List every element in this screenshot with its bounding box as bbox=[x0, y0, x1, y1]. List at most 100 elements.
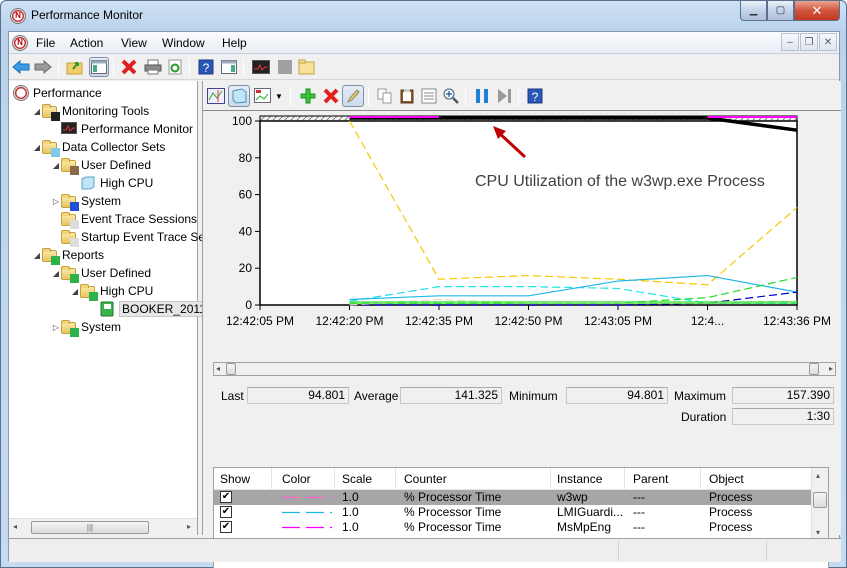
tree-item[interactable]: ◢ Data Collector Sets bbox=[32, 138, 165, 157]
time-range-slider[interactable]: ◂ ▸ bbox=[213, 362, 836, 376]
highlight-button[interactable] bbox=[342, 85, 364, 107]
copy-properties-button[interactable] bbox=[375, 86, 395, 106]
legend-vertical-scrollbar[interactable]: ▴ ▾ bbox=[811, 468, 828, 543]
scroll-right-icon[interactable]: ▸ bbox=[187, 522, 191, 531]
show-checkbox[interactable]: ✔ bbox=[220, 506, 232, 518]
add-counter-button[interactable] bbox=[298, 86, 318, 106]
highlight-icon bbox=[346, 89, 360, 104]
collapsed-arrow-icon[interactable]: ▷ bbox=[51, 323, 61, 332]
tree-item[interactable]: High CPU bbox=[70, 174, 153, 192]
help-button[interactable]: ? bbox=[196, 57, 216, 77]
paste-counter-list-button[interactable] bbox=[397, 86, 417, 106]
up-one-level-button[interactable] bbox=[65, 57, 85, 77]
refresh-button[interactable] bbox=[165, 57, 185, 77]
scroll-up-icon[interactable]: ▴ bbox=[816, 471, 820, 480]
delete-counter-button[interactable] bbox=[321, 86, 341, 106]
scroll-left-icon[interactable]: ◂ bbox=[216, 364, 220, 373]
column-divider[interactable] bbox=[700, 468, 701, 490]
tree-item[interactable]: ◢ Reports bbox=[32, 246, 104, 265]
menu-action[interactable]: Action bbox=[70, 36, 103, 50]
performance-graph[interactable]: 0 20 40 60 80 100 12:42:05 PM 12:42:20 PM 12:42:… bbox=[203, 112, 842, 362]
collapsed-arrow-icon[interactable]: ▷ bbox=[51, 197, 61, 206]
view-log-data-button[interactable] bbox=[228, 85, 250, 107]
show-hide-action-pane-button[interactable] bbox=[219, 57, 239, 77]
tree-item[interactable]: Performance bbox=[13, 84, 102, 102]
expanded-arrow-icon[interactable]: ◢ bbox=[51, 161, 61, 170]
scroll-right-icon[interactable]: ▸ bbox=[829, 364, 833, 373]
update-data-button[interactable] bbox=[494, 86, 514, 106]
expanded-arrow-icon[interactable]: ◢ bbox=[70, 287, 80, 296]
back-button[interactable] bbox=[11, 57, 31, 77]
column-divider[interactable] bbox=[550, 468, 551, 490]
title-bar[interactable]: N Performance Monitor ▁ ▢ ✕ bbox=[1, 1, 846, 31]
tree-item[interactable]: ◢ User Defined bbox=[51, 156, 151, 175]
tree-horizontal-scrollbar[interactable]: ◂ ||| ▸ bbox=[9, 518, 197, 535]
show-checkbox[interactable]: ✔ bbox=[220, 491, 232, 503]
expanded-arrow-icon[interactable]: ◢ bbox=[51, 269, 61, 278]
close-button[interactable]: ✕ bbox=[794, 1, 840, 21]
console-system-menu-icon[interactable]: N bbox=[12, 35, 28, 51]
legend-vscroll-thumb[interactable] bbox=[813, 492, 827, 508]
mdi-restore-button[interactable]: ❐ bbox=[800, 33, 818, 51]
column-divider[interactable] bbox=[334, 468, 335, 490]
graph-help-button[interactable]: ? bbox=[525, 86, 545, 106]
performance-monitor-button[interactable] bbox=[251, 57, 271, 77]
print-button[interactable] bbox=[143, 57, 163, 77]
column-object[interactable]: Object bbox=[709, 472, 744, 486]
column-divider[interactable] bbox=[624, 468, 625, 490]
column-show[interactable]: Show bbox=[220, 472, 250, 486]
instance-cell: LMIGuardi... bbox=[557, 505, 624, 519]
expanded-arrow-icon[interactable]: ◢ bbox=[32, 143, 42, 152]
properties-button[interactable] bbox=[419, 86, 439, 106]
show-hide-console-tree-button[interactable] bbox=[89, 57, 109, 77]
menu-window[interactable]: Window bbox=[162, 36, 205, 50]
column-divider[interactable] bbox=[271, 468, 272, 490]
time-range-start-handle[interactable] bbox=[226, 363, 236, 375]
legend-row[interactable]: ✔ 1.0 % Processor Time MsMpEng --- Process bbox=[214, 520, 812, 535]
freeze-display-button[interactable] bbox=[472, 86, 492, 106]
tree-item[interactable]: ▷ System bbox=[51, 318, 121, 337]
tree-item[interactable]: Event Trace Sessions bbox=[51, 210, 197, 229]
minimize-button[interactable]: ▁ bbox=[740, 1, 767, 21]
new-folder-button[interactable] bbox=[297, 57, 317, 77]
tree-item[interactable]: ◢ Monitoring Tools bbox=[32, 102, 149, 121]
add-counter-icon bbox=[300, 88, 316, 104]
tree-item[interactable]: Startup Event Trace Ses bbox=[51, 228, 211, 247]
column-counter[interactable]: Counter bbox=[404, 472, 447, 486]
change-graph-type-button[interactable] bbox=[253, 86, 273, 106]
maximize-button[interactable]: ▢ bbox=[767, 1, 794, 21]
zoom-button[interactable] bbox=[441, 86, 461, 106]
delete-button[interactable] bbox=[119, 57, 139, 77]
menu-help[interactable]: Help bbox=[222, 36, 247, 50]
column-color[interactable]: Color bbox=[282, 472, 311, 486]
performance-monitor-icon bbox=[61, 121, 77, 137]
scroll-left-icon[interactable]: ◂ bbox=[13, 522, 17, 531]
menu-file[interactable]: File bbox=[36, 36, 55, 50]
column-scale[interactable]: Scale bbox=[342, 472, 372, 486]
tree-item[interactable]: ◢ High CPU bbox=[70, 282, 154, 301]
column-divider[interactable] bbox=[395, 468, 396, 490]
expanded-arrow-icon[interactable]: ◢ bbox=[32, 107, 42, 116]
tree-item[interactable]: Performance Monitor bbox=[51, 120, 193, 138]
show-checkbox[interactable]: ✔ bbox=[220, 521, 232, 533]
tree-hscroll-thumb[interactable]: ||| bbox=[31, 521, 149, 534]
forward-button[interactable] bbox=[33, 57, 53, 77]
graph-type-dropdown[interactable]: ▼ bbox=[273, 86, 285, 106]
legend-row[interactable]: ✔ 1.0 % Processor Time w3wp --- Process bbox=[214, 490, 812, 505]
mdi-close-button[interactable]: ✕ bbox=[819, 33, 837, 51]
tree-item-label: High CPU bbox=[100, 284, 154, 298]
x-tick-label: 12:43:36 PM bbox=[763, 314, 831, 328]
duration-label: Duration bbox=[681, 410, 727, 424]
expanded-arrow-icon[interactable]: ◢ bbox=[32, 251, 42, 260]
stop-button[interactable] bbox=[275, 57, 295, 77]
scroll-down-icon[interactable]: ▾ bbox=[816, 528, 820, 537]
time-range-end-handle[interactable] bbox=[809, 363, 819, 375]
tree-item[interactable]: ◢ User Defined bbox=[51, 264, 151, 283]
column-instance[interactable]: Instance bbox=[557, 472, 602, 486]
menu-view[interactable]: View bbox=[121, 36, 147, 50]
legend-row[interactable]: ✔ 1.0 % Processor Time LMIGuardi... --- Proce… bbox=[214, 505, 812, 520]
tree-item[interactable]: ▷ System bbox=[51, 192, 121, 211]
mdi-minimize-button[interactable]: – bbox=[781, 33, 799, 51]
column-parent[interactable]: Parent bbox=[633, 472, 668, 486]
view-current-activity-button[interactable] bbox=[206, 86, 226, 106]
